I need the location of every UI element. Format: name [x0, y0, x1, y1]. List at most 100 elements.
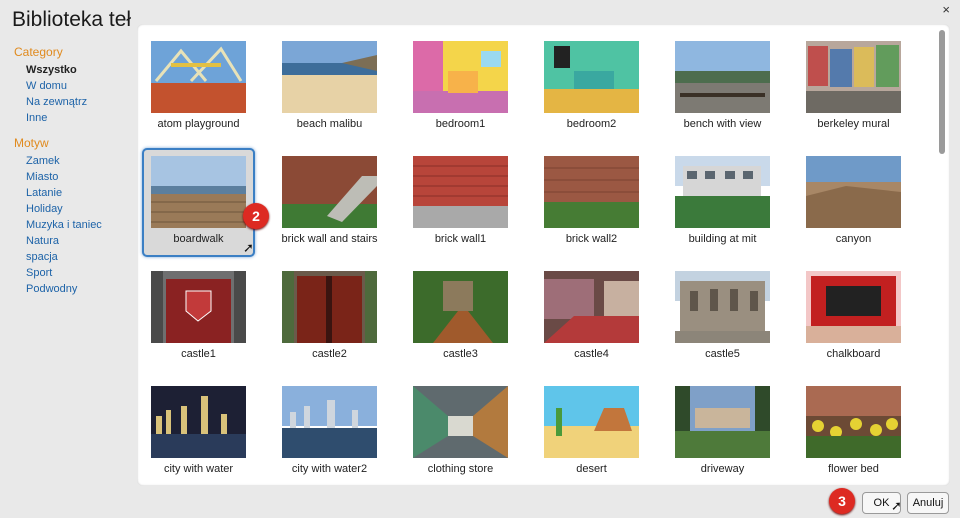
cancel-button[interactable]: Anuluj — [907, 492, 949, 514]
category-heading: Category — [14, 45, 63, 59]
backdrop-tile[interactable]: bedroom2 — [535, 33, 648, 141]
backdrop-label: castle3 — [443, 348, 478, 360]
sidebar-item-latanie[interactable]: Latanie — [14, 185, 134, 201]
backdrop-thumbnail — [151, 271, 246, 343]
backdrop-thumbnail — [544, 271, 639, 343]
backdrop-label: brick wall1 — [434, 233, 487, 245]
backdrop-label: city with water2 — [291, 463, 368, 475]
backdrop-tile[interactable]: castle2 — [273, 263, 386, 371]
backdrop-label: chalkboard — [826, 348, 881, 360]
backdrop-tile[interactable]: canyon — [797, 148, 910, 256]
mouse-cursor-icon: ➚ — [243, 240, 254, 255]
backdrop-label: flower bed — [828, 463, 879, 475]
backdrop-label: castle5 — [705, 348, 740, 360]
sidebar-item-na-zewnatrz[interactable]: Na zewnątrz — [14, 94, 134, 110]
backdrop-thumbnail — [151, 156, 246, 228]
backdrop-thumbnail — [675, 41, 770, 113]
backdrop-tile[interactable]: castle4 — [535, 263, 648, 371]
backdrop-label: brick wall and stairs — [281, 233, 378, 245]
backdrop-thumbnail — [544, 386, 639, 458]
backdrop-tile[interactable]: flower bed — [797, 378, 910, 486]
backdrop-tile[interactable]: castle5 — [666, 263, 779, 371]
backdrop-tile[interactable]: city with water — [142, 378, 255, 486]
backdrop-label: canyon — [835, 233, 872, 245]
sidebar-item-holiday[interactable]: Holiday — [14, 201, 134, 217]
backdrop-label: berkeley mural — [817, 118, 890, 130]
backdrop-tile[interactable]: desert — [535, 378, 648, 486]
backdrop-thumbnail — [282, 386, 377, 458]
theme-group: Motyw Zamek Miasto Latanie Holiday Muzyk… — [14, 136, 134, 297]
backdrop-thumbnail — [544, 41, 639, 113]
backdrop-thumbnail — [282, 156, 377, 228]
scrollbar[interactable] — [939, 30, 946, 480]
backdrop-thumbnail — [806, 386, 901, 458]
backdrop-tile[interactable]: atom playground — [142, 33, 255, 141]
category-group: Category Wszystko W domu Na zewnątrz Inn… — [14, 45, 134, 126]
backdrop-thumbnail — [413, 41, 508, 113]
backdrop-thumbnail — [544, 156, 639, 228]
backdrop-label: clothing store — [427, 463, 494, 475]
backdrop-label: castle4 — [574, 348, 609, 360]
backdrop-tile[interactable]: boardwalk — [142, 148, 255, 257]
backdrop-label: building at mit — [688, 233, 757, 245]
sidebar-item-zamek[interactable]: Zamek — [14, 153, 134, 169]
backdrop-label: atom playground — [157, 118, 240, 130]
backdrop-label: boardwalk — [173, 233, 224, 245]
backdrop-tile[interactable]: building at mit — [666, 148, 779, 256]
backdrop-tile[interactable]: clothing store — [404, 378, 517, 486]
sidebar: Category Wszystko W domu Na zewnątrz Inn… — [14, 45, 134, 307]
sidebar-item-sport[interactable]: Sport — [14, 265, 134, 281]
sidebar-item-muzyka-i-taniec[interactable]: Muzyka i taniec — [14, 217, 134, 233]
sidebar-item-wszystko[interactable]: Wszystko — [14, 62, 134, 78]
backdrop-label: driveway — [700, 463, 745, 475]
scrollbar-thumb[interactable] — [939, 30, 945, 154]
backdrop-label: brick wall2 — [565, 233, 618, 245]
backdrop-label: castle2 — [312, 348, 347, 360]
backdrop-tile[interactable]: brick wall and stairs — [273, 148, 386, 256]
backdrop-thumbnail — [806, 41, 901, 113]
backdrop-grid-panel: atom playground beach malibu bedroom1 bedro… — [137, 24, 950, 486]
dialog-title: Biblioteka teł — [12, 8, 132, 31]
backdrop-tile[interactable]: beach malibu — [273, 33, 386, 141]
sidebar-item-w-domu[interactable]: W domu — [14, 78, 134, 94]
backdrop-thumbnail — [413, 271, 508, 343]
backdrop-label: bedroom2 — [566, 118, 617, 130]
theme-heading: Motyw — [14, 136, 49, 150]
sidebar-item-spacja[interactable]: spacja — [14, 249, 134, 265]
backdrop-tile[interactable]: berkeley mural — [797, 33, 910, 141]
backdrop-label: castle1 — [181, 348, 216, 360]
backdrop-thumbnail — [675, 271, 770, 343]
step-badge-select: 2 — [243, 203, 269, 229]
backdrop-tile[interactable]: chalkboard — [797, 263, 910, 371]
sidebar-item-natura[interactable]: Natura — [14, 233, 134, 249]
backdrop-label: desert — [576, 463, 607, 475]
sidebar-item-podwodny[interactable]: Podwodny — [14, 281, 134, 297]
backdrop-label: bench with view — [683, 118, 762, 130]
backdrop-label: beach malibu — [296, 118, 363, 130]
backdrop-thumbnail — [675, 156, 770, 228]
backdrop-tile[interactable]: bedroom1 — [404, 33, 517, 141]
step-badge-confirm: 3 — [829, 488, 855, 514]
backdrop-thumbnail — [282, 41, 377, 113]
backdrop-label: bedroom1 — [435, 118, 486, 130]
backdrop-thumbnail — [151, 41, 246, 113]
backdrop-tile[interactable]: castle1 — [142, 263, 255, 371]
sidebar-item-inne[interactable]: Inne — [14, 110, 134, 126]
backdrop-tile[interactable]: castle3 — [404, 263, 517, 371]
backdrop-tile[interactable]: driveway — [666, 378, 779, 486]
backdrop-tile[interactable]: bench with view — [666, 33, 779, 141]
sidebar-item-miasto[interactable]: Miasto — [14, 169, 134, 185]
mouse-cursor-icon: ➚ — [891, 498, 902, 513]
backdrop-tile[interactable]: city with water2 — [273, 378, 386, 486]
backdrop-thumbnail — [151, 386, 246, 458]
backdrop-thumbnail — [413, 156, 508, 228]
backdrop-tile[interactable]: brick wall2 — [535, 148, 648, 256]
backdrop-thumbnail — [675, 386, 770, 458]
backdrop-thumbnail — [806, 156, 901, 228]
backdrop-thumbnail — [413, 386, 508, 458]
close-icon[interactable]: × — [942, 2, 950, 17]
backdrop-thumbnail — [806, 271, 901, 343]
backdrop-label: city with water — [163, 463, 234, 475]
backdrop-thumbnail — [282, 271, 377, 343]
backdrop-tile[interactable]: brick wall1 — [404, 148, 517, 256]
